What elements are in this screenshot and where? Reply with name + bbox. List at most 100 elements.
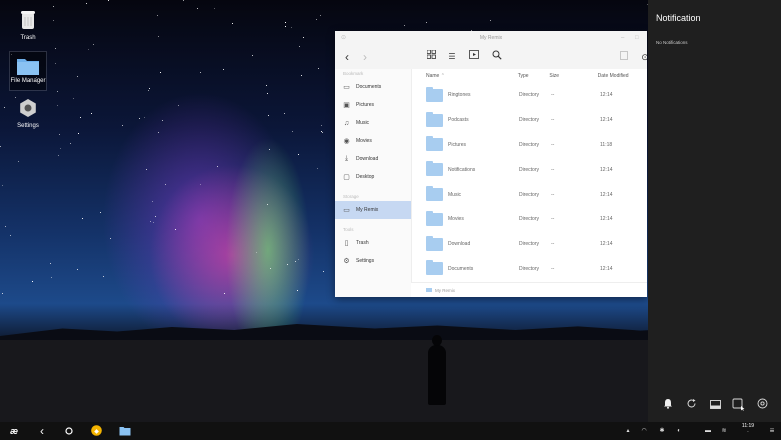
column-name-header[interactable]: Name ⌃: [411, 73, 518, 79]
file-size: --: [551, 241, 555, 248]
file-date: 12:14: [600, 166, 613, 173]
star: [153, 222, 154, 223]
sidebar-item-pictures[interactable]: ▣ Pictures: [335, 96, 411, 114]
table-row[interactable]: Music Directory -- 12:14: [411, 182, 647, 207]
star: [82, 218, 83, 219]
star: [299, 46, 300, 47]
star: [298, 154, 299, 155]
file-name: Movies: [448, 216, 464, 223]
star: [256, 252, 257, 253]
forward-icon[interactable]: ›: [358, 50, 372, 64]
window-titlebar[interactable]: ⊙ My Remix – □: [335, 31, 647, 45]
back-nav-icon[interactable]: ‹: [35, 424, 49, 438]
desktop-icon-settings[interactable]: Settings: [4, 98, 52, 134]
table-row[interactable]: Movies Directory -- 12:14: [411, 207, 647, 232]
file-type: Directory: [519, 117, 540, 124]
column-date-header[interactable]: Date Modified: [598, 73, 647, 79]
bell-icon[interactable]: [660, 398, 676, 414]
open-in-icon[interactable]: [467, 50, 481, 64]
tray-headset-icon[interactable]: ◠: [638, 422, 650, 440]
desktop-icon-trash[interactable]: Trash: [4, 10, 52, 48]
star: [58, 155, 59, 156]
tray-wifi-icon[interactable]: ≋: [719, 422, 729, 440]
gear-icon: [20, 99, 36, 117]
back-icon[interactable]: ‹: [340, 50, 354, 64]
screen-icon[interactable]: [707, 398, 723, 414]
status-path[interactable]: My Remix: [435, 288, 455, 293]
settings-icon[interactable]: [754, 398, 770, 414]
file-date: 12:14: [600, 117, 613, 124]
star: [55, 63, 56, 64]
star: [291, 27, 292, 28]
table-row[interactable]: Notifications Directory -- 12:14: [411, 157, 647, 182]
maximize-icon[interactable]: □: [635, 31, 639, 45]
star: [292, 131, 293, 132]
star: [285, 26, 286, 27]
sidebar-item-movies[interactable]: ◉ Movies: [335, 132, 411, 150]
more-options-icon[interactable]: ⊙: [638, 50, 647, 64]
table-row[interactable]: Podcasts Directory -- 12:14: [411, 108, 647, 133]
sidebar-item-trash[interactable]: ▯ Trash: [335, 234, 411, 252]
folder-icon: [426, 235, 443, 251]
star: [268, 115, 269, 116]
minimize-icon[interactable]: –: [621, 31, 624, 45]
clock[interactable]: 11:19 ·: [736, 423, 760, 435]
column-type-header[interactable]: Type: [518, 73, 550, 79]
sort-icon[interactable]: ☰: [445, 50, 459, 64]
sidebar-item-desktop[interactable]: ▢ Desktop: [335, 168, 411, 186]
file-name: Music: [448, 191, 462, 198]
table-row[interactable]: Pictures Directory -- 11:18: [411, 133, 647, 158]
file-type: Directory: [519, 216, 540, 223]
star: [88, 49, 89, 50]
svg-text:◆: ◆: [94, 428, 99, 435]
file-name: Documents: [448, 265, 474, 272]
sidebar-item-my-remix[interactable]: ▭ My Remix: [335, 201, 411, 219]
star: [10, 235, 11, 236]
notification-menu-icon[interactable]: ≡: [766, 422, 778, 440]
desktop-icon-file-manager[interactable]: File Manager: [9, 51, 47, 91]
column-size-header[interactable]: Size: [549, 73, 597, 79]
star: [59, 134, 60, 135]
table-row[interactable]: Ringtones Directory -- 12:14: [411, 83, 647, 108]
home-nav-icon[interactable]: [62, 424, 76, 438]
search-icon[interactable]: [490, 50, 504, 64]
star: [50, 263, 51, 264]
table-row[interactable]: Documents Directory -- 12:14: [411, 257, 647, 282]
star: [78, 133, 79, 134]
star: [267, 93, 268, 94]
tray-up-icon[interactable]: ▴: [624, 422, 632, 440]
taskbar: æ ‹ ◆ ▴ ◠ ✱ ◐ ▬ ≋ 11:19 · ≡: [0, 422, 781, 440]
sidebar-item-documents[interactable]: ▭ Documents: [335, 78, 411, 96]
grid-view-icon[interactable]: [424, 49, 438, 64]
tray-brightness-icon[interactable]: ◐: [674, 422, 684, 440]
table-row[interactable]: Download Directory -- 12:14: [411, 232, 647, 257]
folder-icon: [426, 260, 443, 276]
sidebar-item-music[interactable]: ♫ Music: [335, 114, 411, 132]
picture-icon: ▣: [343, 102, 350, 109]
window-menu-icon[interactable]: ⊙: [341, 31, 346, 45]
clock-subtext: ·: [747, 429, 749, 435]
file-name: Pictures: [448, 141, 467, 148]
folder-icon: [426, 136, 443, 152]
star: [426, 22, 427, 23]
desktop-icon: ▢: [343, 174, 350, 181]
file-date: 12:14: [600, 191, 613, 198]
sidebar-item-settings[interactable]: ⚙ Settings: [335, 252, 411, 270]
star: [60, 148, 61, 149]
tray-keyboard-icon[interactable]: ▬: [702, 422, 714, 440]
file-type: Directory: [519, 191, 540, 198]
star: [32, 281, 33, 282]
taskbar-file-manager-icon[interactable]: [117, 424, 133, 438]
tray-bluetooth-icon[interactable]: ✱: [657, 422, 667, 440]
star: [301, 75, 302, 76]
app-store-icon[interactable]: ◆: [89, 424, 103, 438]
star: [155, 216, 156, 217]
sidebar-item-download[interactable]: ⤓ Download: [335, 150, 411, 168]
clipboard-icon[interactable]: [617, 50, 631, 64]
star: [266, 85, 267, 86]
rotate-icon[interactable]: [683, 398, 699, 414]
start-menu-icon[interactable]: æ: [6, 424, 22, 438]
star: [158, 36, 159, 37]
screenshot-icon[interactable]: [730, 398, 746, 414]
sidebar-item-label: Trash: [356, 240, 369, 246]
